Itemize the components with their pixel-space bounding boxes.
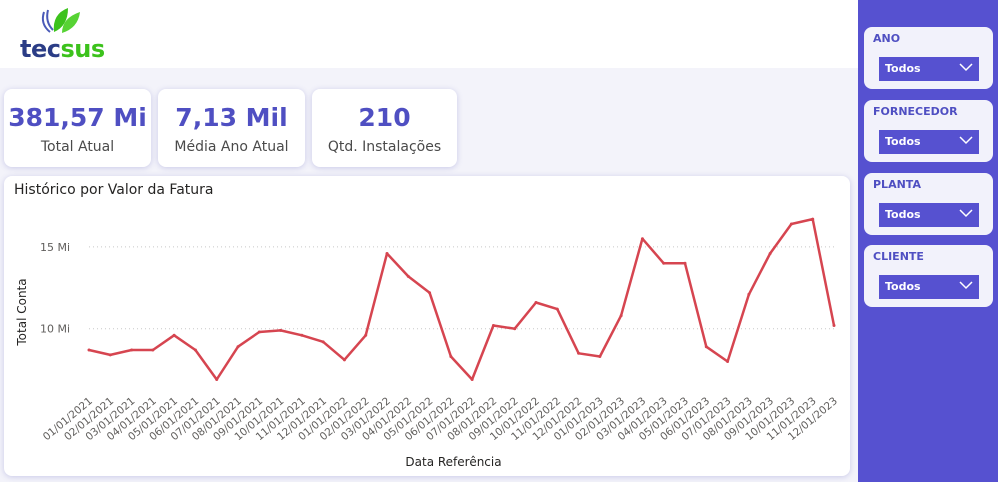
kpi-label: Total Atual (40, 139, 115, 155)
data-point (193, 348, 197, 352)
leaf-logo-icon (41, 8, 80, 33)
kpi-card-media-ano: 7,13 Mil Média Ano Atual (158, 89, 305, 167)
cliente-dropdown[interactable]: Todos (879, 275, 979, 299)
slicer-label: FORNECEDOR (873, 105, 958, 118)
data-point (662, 261, 666, 265)
data-point (279, 328, 283, 332)
logo-text-tec: tec (20, 35, 61, 63)
filter-sidebar: ANO Todos FORNECEDOR Todos PLANTA Todos … (858, 0, 998, 482)
data-point (108, 353, 112, 357)
data-point (257, 330, 261, 334)
header-bar (0, 0, 858, 68)
chevron-down-icon (959, 281, 973, 290)
chevron-down-icon (959, 209, 973, 218)
kpi-label: Média Ano Atual (174, 139, 289, 155)
data-point (428, 291, 432, 295)
planta-dropdown[interactable]: Todos (879, 203, 979, 227)
slicer-cliente: CLIENTE Todos (864, 245, 993, 307)
slicer-label: CLIENTE (873, 250, 924, 263)
data-point (300, 333, 304, 337)
dropdown-value: Todos (885, 135, 921, 148)
data-point (449, 355, 453, 359)
data-point (130, 348, 134, 352)
dropdown-value: Todos (885, 62, 921, 75)
fornecedor-dropdown[interactable]: Todos (879, 130, 979, 154)
y-tick-label: 10 Mi (40, 323, 70, 336)
data-point (87, 348, 91, 352)
slicer-fornecedor: FORNECEDOR Todos (864, 100, 993, 162)
dropdown-value: Todos (885, 280, 921, 293)
data-point (832, 323, 836, 327)
invoice-history-chart[interactable]: 10 Mi 15 Mi Total Conta 01/01/2021 02/01/202… (4, 176, 850, 476)
data-point (747, 292, 751, 296)
data-point (385, 251, 389, 255)
chart-title: Histórico por Valor da Fatura (14, 182, 214, 198)
slicer-ano: ANO Todos (864, 27, 993, 89)
data-point (215, 377, 219, 381)
data-point (513, 327, 517, 331)
data-point (683, 261, 687, 265)
data-point (534, 301, 538, 305)
data-point (726, 359, 730, 363)
ano-dropdown[interactable]: Todos (879, 57, 979, 81)
data-point (151, 348, 155, 352)
kpi-value: 7,13 Mil (175, 103, 288, 132)
data-point (470, 377, 474, 381)
slicer-planta: PLANTA Todos (864, 173, 993, 235)
kpi-value: 210 (358, 103, 411, 132)
data-point (768, 251, 772, 255)
data-point (364, 333, 368, 337)
y-tick-label: 15 Mi (40, 241, 70, 254)
data-point (172, 333, 176, 337)
kpi-label: Qtd. Instalações (327, 139, 442, 155)
data-point (704, 345, 708, 349)
kpi-card-qtd-instalacoes: 210 Qtd. Instalações (312, 89, 457, 167)
data-point (619, 314, 623, 318)
data-point (236, 345, 240, 349)
logo-text-sus: sus (60, 35, 105, 63)
dropdown-value: Todos (885, 208, 921, 221)
data-point (811, 217, 815, 221)
data-point (342, 358, 346, 362)
logo-wordmark: tecsus (20, 35, 105, 63)
tecsus-logo: tecsus (20, 6, 120, 64)
chevron-down-icon (959, 63, 973, 72)
line-chart: 10 Mi15 MiTotal Conta01/01/202102/01/202… (15, 217, 840, 469)
kpi-card-total-atual: 381,57 Mi Total Atual (4, 89, 151, 167)
data-point (598, 355, 602, 359)
data-point (577, 351, 581, 355)
slicer-label: PLANTA (873, 178, 921, 191)
x-axis-title: Data Referência (405, 455, 501, 469)
data-point (491, 323, 495, 327)
data-point (321, 340, 325, 344)
y-axis-title: Total Conta (15, 278, 29, 346)
data-point (406, 274, 410, 278)
series-line (88, 217, 836, 381)
data-point (555, 307, 559, 311)
slicer-label: ANO (873, 32, 901, 45)
chevron-down-icon (959, 136, 973, 145)
data-point (789, 222, 793, 226)
kpi-value: 381,57 Mi (8, 103, 147, 132)
data-point (640, 237, 644, 241)
